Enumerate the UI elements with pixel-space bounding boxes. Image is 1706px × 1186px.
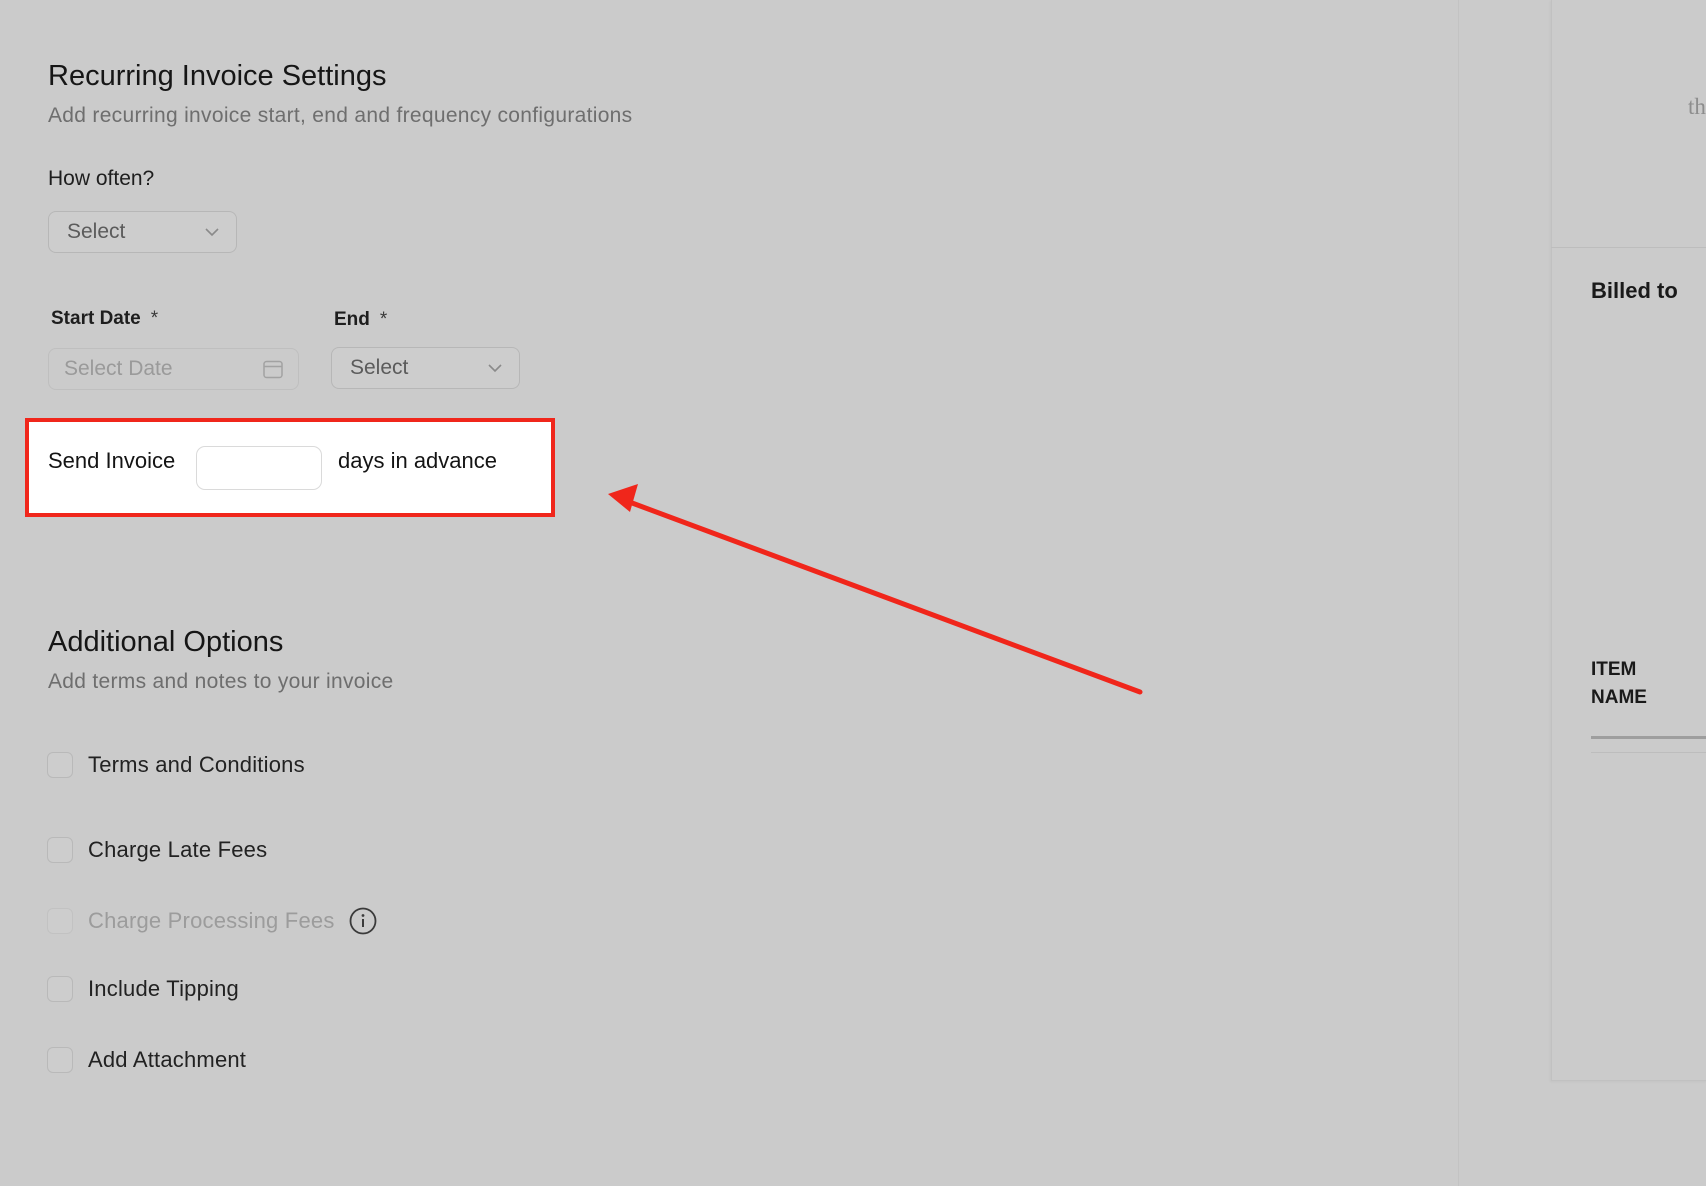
end-select[interactable]: Select: [331, 347, 520, 389]
additional-options-subtitle: Add terms and notes to your invoice: [48, 670, 394, 693]
end-value: Select: [350, 356, 409, 379]
billed-to-label: Billed to: [1591, 278, 1678, 303]
start-date-input[interactable]: [64, 357, 244, 381]
recurring-settings-subtitle: Add recurring invoice start, end and fre…: [48, 104, 633, 127]
days-in-advance-label: days in advance: [338, 448, 497, 473]
table-header-divider: [1591, 736, 1706, 739]
option-add-attachment[interactable]: Add Attachment: [47, 1047, 246, 1073]
calendar-icon[interactable]: [262, 358, 284, 380]
days-in-advance-input[interactable]: [196, 446, 322, 490]
invoice-preview-panel: [1551, 0, 1706, 1081]
item-name-header: ITEM NAME: [1591, 659, 1647, 708]
required-mark: *: [379, 309, 388, 330]
option-label: Terms and Conditions: [88, 752, 305, 777]
how-often-label: How often?: [48, 167, 155, 190]
attachment-checkbox[interactable]: [47, 1047, 73, 1073]
chevron-down-icon: [205, 228, 219, 237]
late-fees-checkbox[interactable]: [47, 837, 73, 863]
option-charge-late-fees[interactable]: Charge Late Fees: [47, 837, 267, 863]
table-row-divider: [1591, 752, 1706, 753]
start-date-label: Start Date *: [51, 308, 159, 329]
info-icon[interactable]: [348, 906, 378, 936]
how-often-value: Select: [67, 220, 126, 243]
option-include-tipping[interactable]: Include Tipping: [47, 976, 239, 1002]
send-invoice-label: Send Invoice: [48, 448, 176, 473]
processing-fees-checkbox: [47, 908, 73, 934]
tipping-checkbox[interactable]: [47, 976, 73, 1002]
additional-options-title: Additional Options: [48, 626, 284, 658]
end-label: End *: [334, 309, 388, 330]
option-label: Charge Processing Fees: [88, 908, 335, 933]
how-often-select[interactable]: Select: [48, 211, 237, 253]
invoice-form-panel: Recurring Invoice Settings Add recurring…: [0, 0, 1459, 1186]
recurring-settings-title: Recurring Invoice Settings: [48, 60, 387, 92]
option-charge-processing-fees: Charge Processing Fees: [47, 906, 378, 936]
required-mark: *: [150, 308, 159, 329]
terms-checkbox[interactable]: [47, 752, 73, 778]
option-label: Include Tipping: [88, 976, 239, 1001]
start-date-field[interactable]: [48, 348, 299, 390]
option-label: Charge Late Fees: [88, 837, 268, 862]
option-terms-and-conditions[interactable]: Terms and Conditions: [47, 752, 305, 778]
option-label: Add Attachment: [88, 1047, 247, 1072]
preview-divider: [1551, 247, 1706, 248]
chevron-down-icon: [488, 364, 502, 373]
preview-cutoff-text: th: [1688, 94, 1706, 119]
